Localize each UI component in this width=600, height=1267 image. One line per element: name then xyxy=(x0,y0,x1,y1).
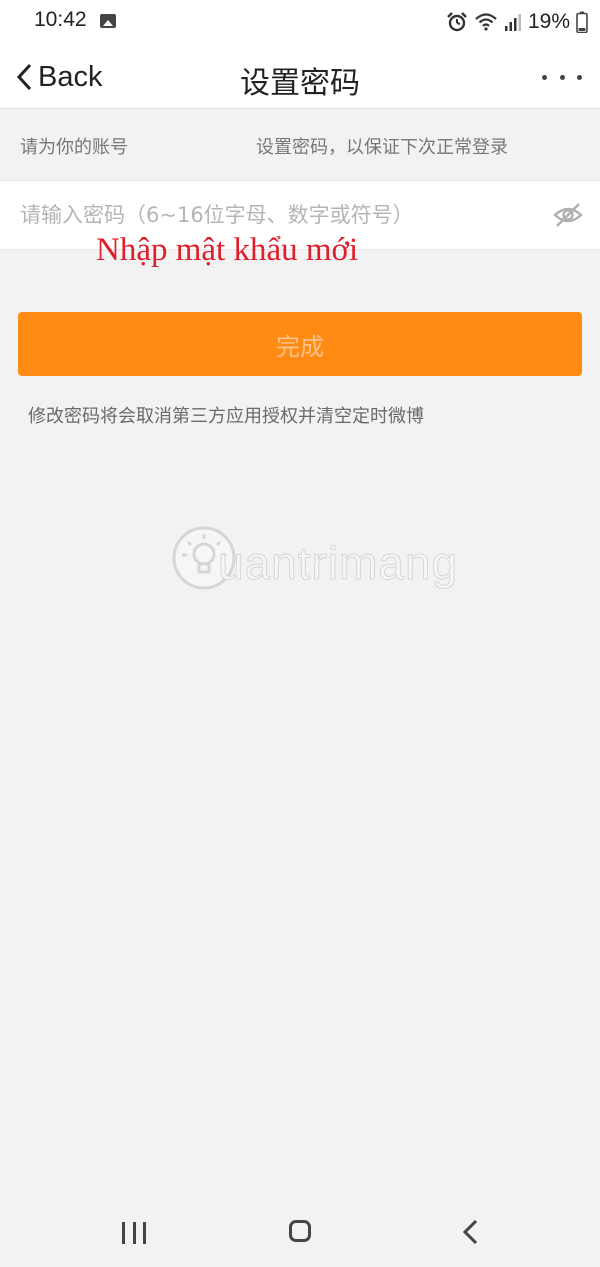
battery-icon xyxy=(576,11,588,33)
watermark: uantrimang xyxy=(168,522,528,608)
more-dots-icon xyxy=(542,74,547,80)
back-icon[interactable] xyxy=(458,1218,482,1246)
recent-bar xyxy=(143,1222,146,1244)
notice-text: 修改密码将会取消第三方应用授权并清空定时微博 xyxy=(28,406,424,427)
status-icons: 19% xyxy=(446,8,588,36)
status-time: 10:42 xyxy=(34,8,87,31)
password-input[interactable] xyxy=(20,195,520,235)
hint-text-end: 设置密码，以保证下次正常登录 xyxy=(256,137,508,158)
more-options-button[interactable] xyxy=(542,66,582,88)
wifi-icon xyxy=(475,13,497,31)
status-bar: 10:42 19% xyxy=(0,0,600,46)
eye-off-icon[interactable] xyxy=(552,199,584,231)
hint-text-start: 请为你的账号 xyxy=(20,137,128,158)
system-nav-bar xyxy=(0,1196,600,1267)
recent-bar xyxy=(132,1222,136,1244)
signal-icon xyxy=(504,14,521,31)
more-dot xyxy=(577,74,582,80)
annotation-caption: Nhập mật khẩu mới xyxy=(96,232,359,268)
more-dot xyxy=(559,74,565,80)
recent-bar xyxy=(122,1222,125,1244)
app-header: Back 设置密码 xyxy=(0,46,600,109)
gallery-icon xyxy=(100,14,116,28)
page-title: 设置密码 xyxy=(240,66,360,101)
submit-button[interactable]: 完成 xyxy=(18,312,582,376)
battery-percent: 19% xyxy=(527,10,570,33)
home-icon[interactable] xyxy=(289,1220,311,1242)
alarm-icon xyxy=(447,12,467,32)
redacted-area xyxy=(128,137,256,159)
hint-row: 请为你的账号 设置密码，以保证下次正常登录 xyxy=(0,109,600,179)
hint-text: 请为你的账号 设置密码，以保证下次正常登录 xyxy=(20,133,508,159)
watermark-text: uantrimang xyxy=(217,537,459,590)
recent-apps-icon[interactable] xyxy=(122,1222,146,1244)
